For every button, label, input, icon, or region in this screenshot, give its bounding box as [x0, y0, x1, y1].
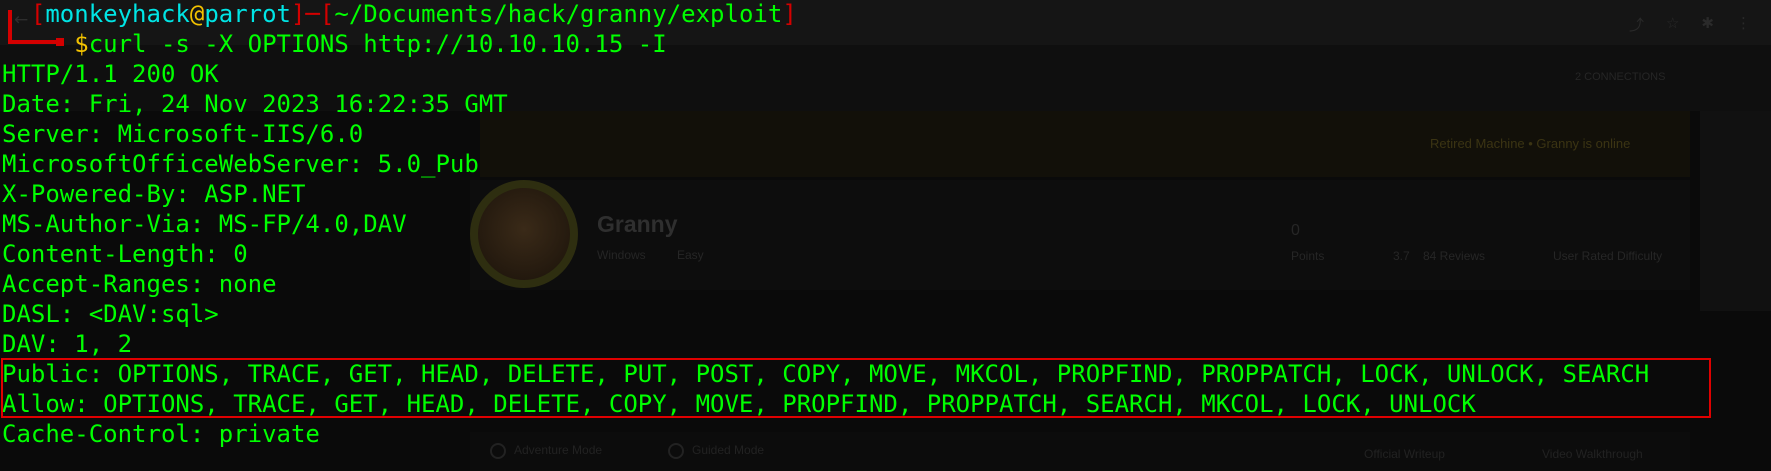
output-line: Cache-Control: private: [2, 420, 320, 448]
output-line: MS-Author-Via: MS-FP/4.0,DAV: [2, 210, 407, 238]
terminal-window[interactable]: [monkeyhack@parrot]─[~/Documents/hack/gr…: [0, 0, 1771, 471]
output-line: Date: Fri, 24 Nov 2023 16:22:35 GMT: [2, 90, 508, 118]
output-line: DAV: 1, 2: [2, 330, 133, 358]
shell-prompt: [monkeyhack@parrot]─[~/Documents/hack/gr…: [30, 0, 797, 28]
prompt-at: @: [189, 0, 205, 28]
prompt-user: monkeyhack: [45, 0, 190, 28]
command-text: curl -s -X OPTIONS http://10.10.10.15 -I: [88, 30, 667, 58]
output-line: MicrosoftOfficeWebServer: 5.0_Pub: [2, 150, 479, 178]
highlight-box: [1, 358, 1711, 418]
command-line: $curl -s -X OPTIONS http://10.10.10.15 -…: [2, 29, 667, 59]
output-line: HTTP/1.1 200 OK: [2, 60, 219, 88]
prompt-path: ~/Documents/hack/granny/exploit: [334, 0, 783, 28]
output-line: Content-Length: 0: [2, 240, 248, 268]
prompt-symbol: $: [74, 30, 89, 58]
output-line: DASL: <DAV:sql>: [2, 300, 219, 328]
output-line: Server: Microsoft-IIS/6.0: [2, 120, 364, 148]
output-line: Accept-Ranges: none: [2, 270, 277, 298]
output-line: X-Powered-By: ASP.NET: [2, 180, 306, 208]
prompt-host: parrot: [204, 0, 292, 28]
